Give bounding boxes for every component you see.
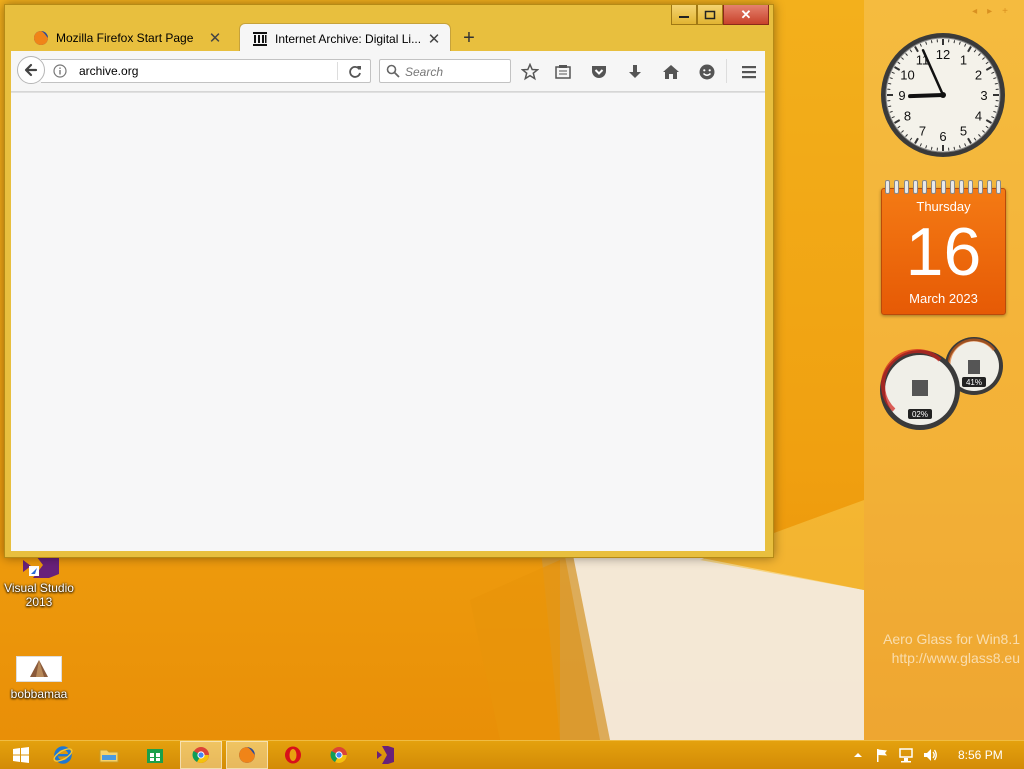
chrome-icon xyxy=(192,746,210,764)
calendar-weekday: Thursday xyxy=(882,199,1005,214)
calendar-rings xyxy=(885,180,1001,192)
desktop-icon-label: 2013 xyxy=(3,595,75,609)
tab-internet-archive[interactable]: Internet Archive: Digital Li... ✕ xyxy=(239,23,451,54)
tab-strip: Mozilla Firefox Start Page ✕ Internet Ar… xyxy=(11,21,771,53)
taskbar: 8:56 PM xyxy=(0,740,1024,769)
clock-number: 7 xyxy=(919,124,926,139)
show-hidden-icons-icon[interactable] xyxy=(850,747,866,763)
desktop-icon-label: bobbamaa xyxy=(3,687,75,701)
sidebar-controls[interactable]: ◂▸+ xyxy=(972,6,1018,17)
cpu-usage-label: 02% xyxy=(912,410,928,419)
search-bar[interactable]: Search xyxy=(379,59,511,83)
search-input[interactable]: Search xyxy=(405,65,443,79)
chrome-icon xyxy=(330,746,348,764)
image-thumbnail-icon xyxy=(16,656,62,682)
clock-hour-hand xyxy=(910,95,943,96)
tab-close-icon[interactable]: ✕ xyxy=(207,29,223,47)
desktop-icon-bobbamaa[interactable]: bobbamaa xyxy=(3,656,75,701)
taskbar-chrome-2[interactable] xyxy=(318,741,360,769)
cpu-meter-gadget[interactable]: 41% 02% xyxy=(880,336,1008,432)
download-icon[interactable] xyxy=(626,63,644,81)
search-icon xyxy=(386,64,400,78)
store-icon xyxy=(146,746,164,764)
aero-line2: http://www.glass8.eu xyxy=(864,649,1020,668)
url-text[interactable]: archive.org xyxy=(79,64,138,78)
taskbar-visual-studio[interactable] xyxy=(364,741,406,769)
url-bar[interactable]: archive.org xyxy=(41,59,371,83)
reading-list-icon[interactable] xyxy=(554,63,572,81)
pocket-icon[interactable] xyxy=(590,63,608,81)
page-content[interactable] xyxy=(11,92,765,551)
tab-title: Internet Archive: Digital Li... xyxy=(275,32,426,46)
clock-gadget[interactable]: 121234567891011 xyxy=(880,32,1006,158)
navigation-toolbar: archive.org Search xyxy=(11,51,765,92)
tab-firefox-start-page[interactable]: Mozilla Firefox Start Page ✕ xyxy=(11,23,231,53)
taskbar-store[interactable] xyxy=(134,741,176,769)
clock-number: 8 xyxy=(904,109,911,124)
taskbar-opera[interactable] xyxy=(272,741,314,769)
taskbar-internet-explorer[interactable] xyxy=(42,741,84,769)
tab-close-icon[interactable]: ✕ xyxy=(426,30,442,48)
new-tab-button[interactable]: + xyxy=(457,27,481,51)
calendar-day: 16 xyxy=(882,215,1005,289)
taskbar-clock[interactable]: 8:56 PM xyxy=(958,748,1003,762)
firefox-window: ✕ Mozilla Firefox Start Page ✕ Internet … xyxy=(4,4,774,558)
tab-title: Mozilla Firefox Start Page xyxy=(56,31,207,45)
clock-number: 2 xyxy=(975,68,982,83)
aero-glass-watermark: Aero Glass for Win8.1 http://www.glass8.… xyxy=(864,630,1024,668)
back-arrow-icon xyxy=(23,62,39,78)
opera-icon xyxy=(284,746,302,764)
visual-studio-icon xyxy=(376,746,394,764)
info-icon[interactable] xyxy=(53,64,67,78)
volume-icon[interactable] xyxy=(922,747,938,763)
internet-explorer-icon xyxy=(53,745,73,765)
clock-number: 9 xyxy=(898,88,905,103)
firefox-icon xyxy=(33,30,49,46)
reload-icon[interactable] xyxy=(347,64,363,80)
taskbar-chrome[interactable] xyxy=(180,741,222,769)
back-button[interactable] xyxy=(17,56,45,84)
clock-number: 6 xyxy=(939,129,946,144)
calendar-month: March 2023 xyxy=(882,291,1005,306)
desktop-icon-label: Visual Studio xyxy=(3,581,75,595)
firefox-icon xyxy=(238,746,256,764)
menu-icon[interactable] xyxy=(740,63,758,81)
home-icon[interactable] xyxy=(662,63,680,81)
desktop-icon-visual-studio[interactable]: Visual Studio 2013 xyxy=(3,552,75,609)
aero-line1: Aero Glass for Win8.1 xyxy=(864,630,1020,649)
clock-number: 10 xyxy=(900,68,914,83)
file-explorer-icon xyxy=(99,746,119,764)
bookmark-star-icon[interactable] xyxy=(521,63,539,81)
memory-usage-label: 41% xyxy=(966,378,982,387)
calendar-page: Thursday 16 March 2023 xyxy=(881,188,1006,315)
action-center-flag-icon[interactable] xyxy=(874,747,890,763)
archive-icon xyxy=(252,31,268,47)
clock-number: 12 xyxy=(936,47,950,62)
url-separator xyxy=(337,62,338,80)
hello-icon[interactable] xyxy=(698,63,716,81)
start-button[interactable] xyxy=(0,741,42,769)
network-icon[interactable] xyxy=(898,747,914,763)
taskbar-firefox[interactable] xyxy=(226,741,268,769)
clock-number: 4 xyxy=(975,109,982,124)
clock-number: 5 xyxy=(960,124,967,139)
calendar-gadget[interactable]: Thursday 16 March 2023 xyxy=(881,180,1006,314)
windows-start-icon xyxy=(13,747,29,763)
taskbar-file-explorer[interactable] xyxy=(88,741,130,769)
clock-number: 1 xyxy=(960,52,967,67)
toolbar-separator xyxy=(726,59,727,83)
clock-number: 3 xyxy=(980,88,987,103)
